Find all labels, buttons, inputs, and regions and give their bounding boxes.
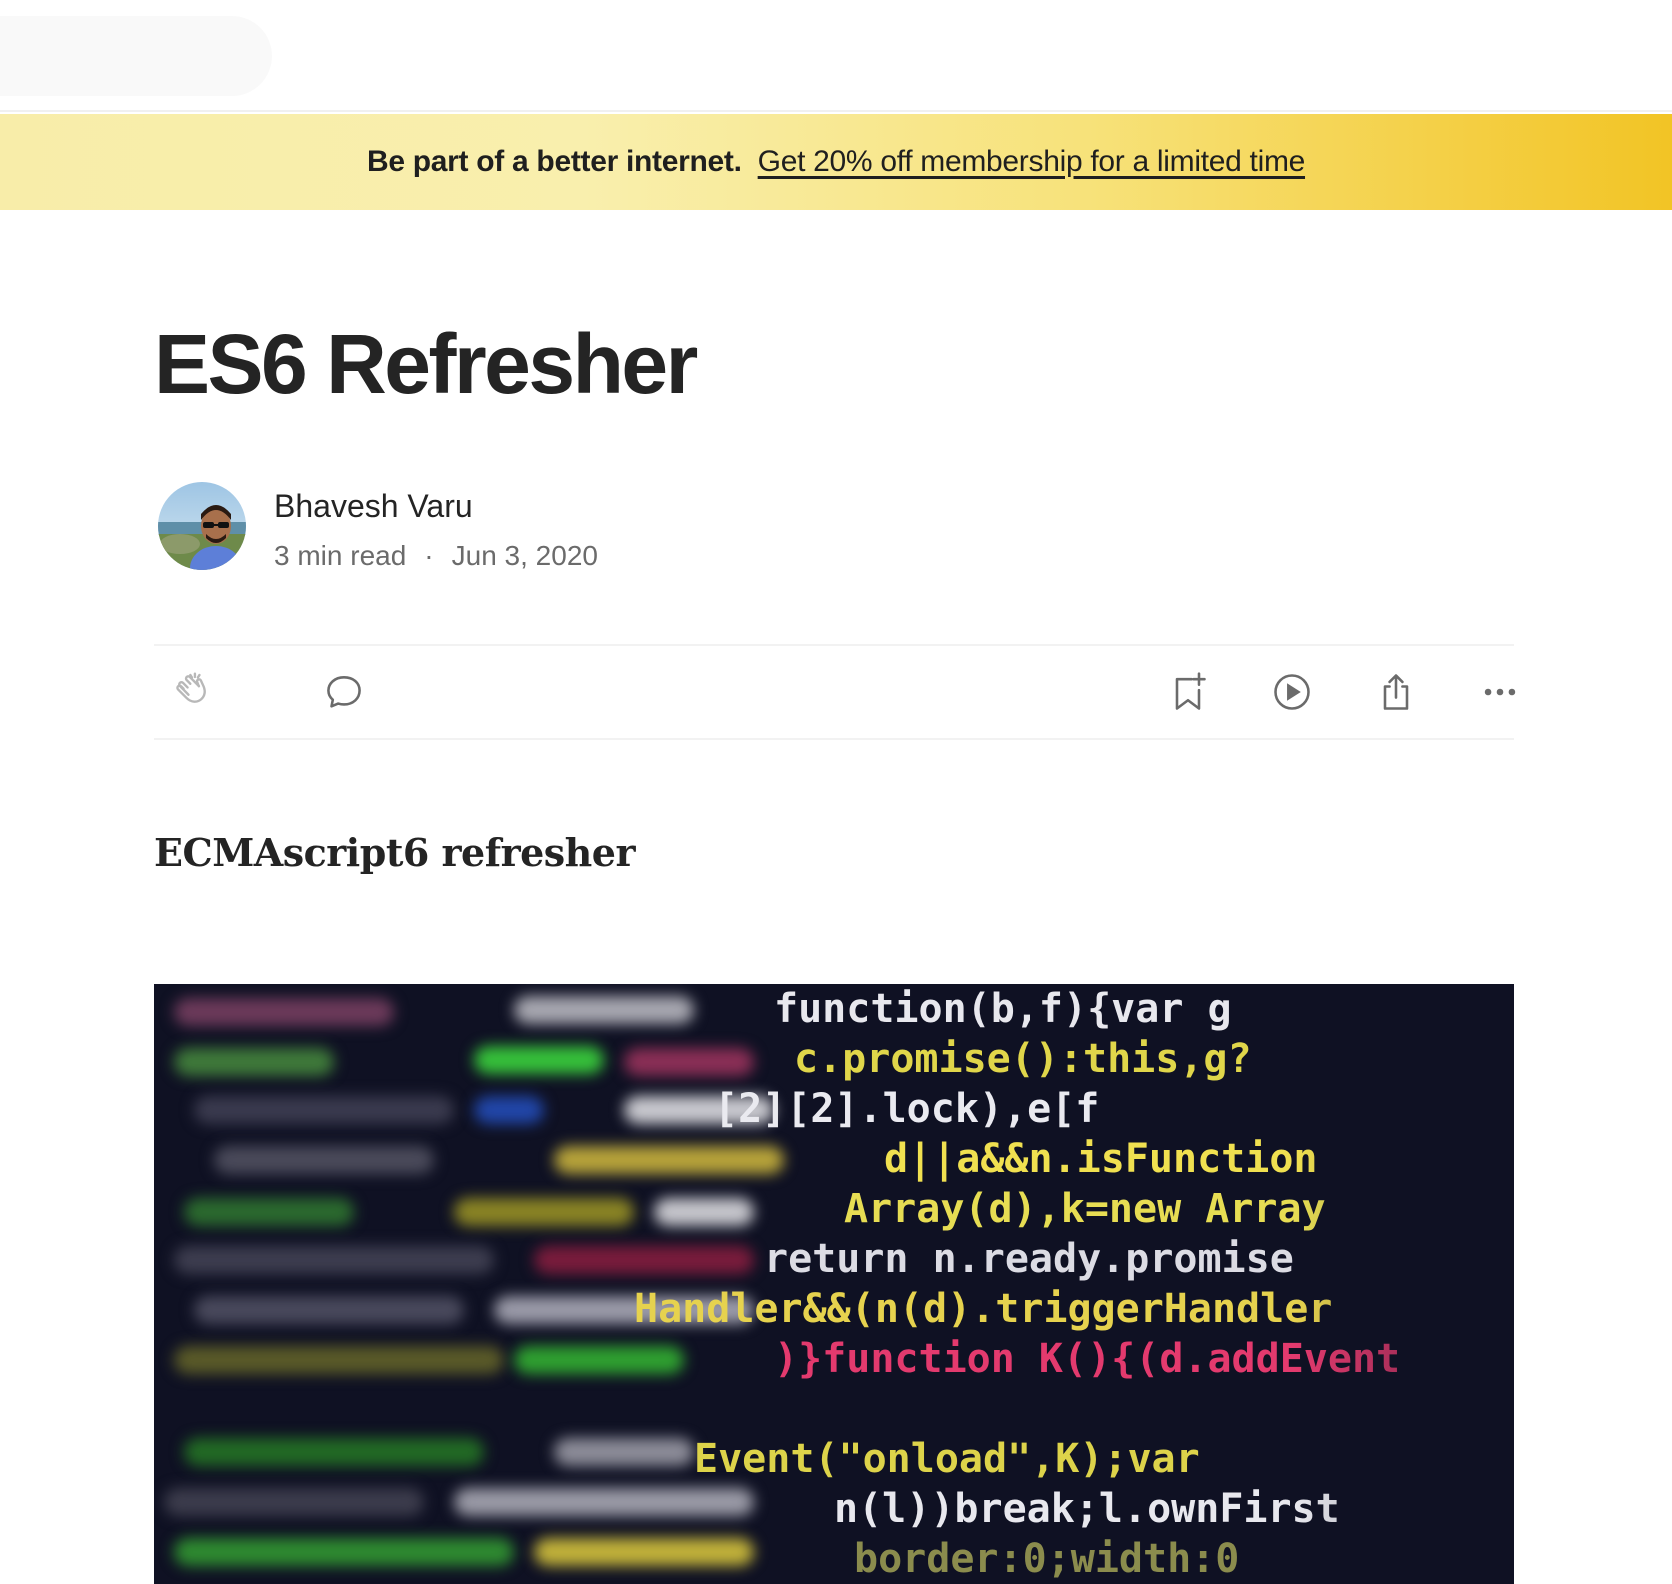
top-navigation	[0, 0, 1672, 112]
code-smear	[534, 1538, 754, 1566]
more-options-button[interactable]	[1476, 668, 1524, 716]
code-smear	[174, 1048, 334, 1076]
code-line: Array(d),k=new Array	[844, 1186, 1326, 1232]
code-smear	[214, 1146, 434, 1174]
membership-promo-banner: Be part of a better internet. Get 20% of…	[0, 114, 1672, 210]
code-smear	[194, 1296, 464, 1324]
code-line: n(l))break;l.ownFirst	[834, 1486, 1340, 1532]
publish-date: Jun 3, 2020	[451, 540, 598, 571]
code-line: Event("onload",K);var	[694, 1436, 1200, 1482]
clap-button[interactable]	[170, 668, 218, 716]
listen-button[interactable]	[1268, 668, 1316, 716]
article-hero-image: function(b,f){var g c.promise():this,g? …	[154, 984, 1514, 1584]
code-smear	[174, 998, 394, 1026]
article-subtitle: ECMAscript6 refresher	[154, 830, 636, 875]
article-title: ES6 Refresher	[154, 317, 698, 411]
code-smear	[174, 1246, 494, 1274]
code-line: c.promise():this,g?	[794, 1036, 1252, 1082]
article-meta: 3 min read · Jun 3, 2020	[274, 540, 598, 572]
code-smear	[194, 1096, 454, 1124]
code-line: Handler&&(n(d).triggerHandler	[634, 1286, 1333, 1332]
code-smear	[514, 996, 694, 1024]
code-smear	[474, 1046, 604, 1074]
avatar-photo	[158, 482, 246, 570]
code-smear	[184, 1438, 484, 1466]
code-line: return n.ready.promise	[764, 1236, 1294, 1282]
read-time: 3 min read	[274, 540, 407, 571]
comment-button[interactable]	[320, 668, 368, 716]
promo-membership-link[interactable]: Get 20% off membership for a limited tim…	[758, 145, 1306, 179]
comment-icon	[327, 676, 361, 708]
promo-lead-text: Be part of a better internet.	[366, 145, 742, 178]
code-smear	[514, 1346, 684, 1374]
code-smear	[474, 1096, 544, 1124]
code-line: d||a&&n.isFunction	[884, 1136, 1318, 1182]
right-fade	[1294, 984, 1514, 1584]
code-smear	[174, 1538, 514, 1566]
code-smear	[624, 1048, 754, 1076]
code-smear	[164, 1488, 424, 1516]
code-smear	[454, 1198, 634, 1226]
share-button[interactable]	[1372, 668, 1420, 716]
clap-icon	[176, 672, 206, 703]
code-smear	[174, 1346, 504, 1374]
author-avatar[interactable]	[158, 482, 246, 570]
code-line: border:0;width:0	[854, 1536, 1240, 1582]
share-icon	[1383, 674, 1409, 710]
code-line: [2][2].lock),e[f	[714, 1086, 1100, 1132]
code-smear	[184, 1198, 354, 1226]
bookmark-button[interactable]	[1164, 668, 1212, 716]
code-smear	[654, 1198, 754, 1226]
more-icon	[1484, 688, 1516, 696]
code-smear	[454, 1488, 754, 1516]
search-input[interactable]	[0, 16, 272, 96]
code-line: function(b,f){var g	[774, 986, 1232, 1032]
meta-separator: ·	[424, 540, 434, 571]
code-smear	[534, 1246, 754, 1274]
code-smear	[554, 1146, 784, 1174]
code-smear	[554, 1438, 694, 1466]
bookmark-icon	[1175, 672, 1206, 710]
author-name[interactable]: Bhavesh Varu	[274, 488, 473, 525]
article-action-bar	[154, 644, 1516, 740]
play-icon	[1274, 674, 1310, 710]
